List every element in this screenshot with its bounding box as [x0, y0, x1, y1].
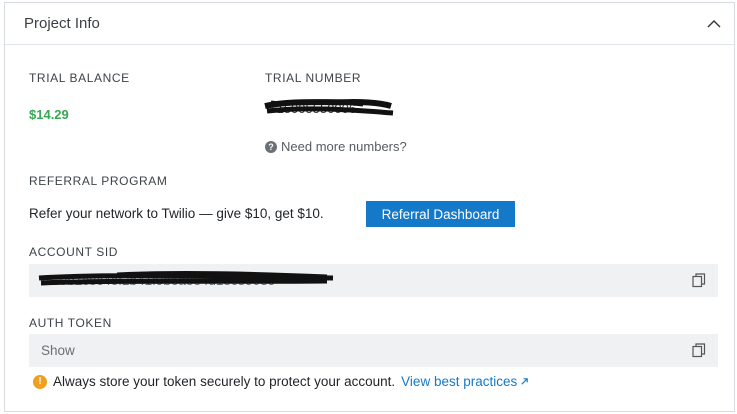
panel-title: Project Info: [24, 15, 100, 32]
referral-text: Refer your network to Twilio — give $10,…: [29, 206, 324, 221]
auth-token-field[interactable]: Show: [29, 334, 718, 367]
auth-token-label: AUTH TOKEN: [29, 316, 112, 330]
trial-balance-label: TRIAL BALANCE: [29, 71, 130, 85]
redaction-scribble: [264, 98, 394, 116]
trial-number-label: TRIAL NUMBER: [265, 71, 362, 85]
trial-number-value: +15005550006: [263, 97, 395, 121]
view-best-practices-link[interactable]: View best practices: [401, 374, 529, 389]
warning-text: Always store your token securely to prot…: [53, 374, 396, 389]
warning-icon: !: [33, 374, 47, 389]
show-token-link[interactable]: Show: [41, 343, 75, 358]
trial-balance-value: $14.29: [29, 107, 69, 122]
question-circle-icon: ?: [265, 140, 277, 153]
copy-icon[interactable]: [692, 273, 706, 288]
account-sid-field[interactable]: AC0b1c8c4ef2b41f9b6a8e4d18c39035: [29, 264, 718, 297]
redaction-scribble: [38, 271, 334, 286]
account-sid-label: ACCOUNT SID: [29, 245, 119, 259]
external-link-icon: [521, 378, 529, 385]
copy-icon[interactable]: [692, 343, 706, 358]
referral-program-label: REFERRAL PROGRAM: [29, 174, 168, 188]
referral-dashboard-button[interactable]: Referral Dashboard: [366, 201, 515, 227]
project-info-panel: Project Info TRIAL BALANCE $14.29 TRIAL …: [4, 2, 735, 412]
chevron-up-icon[interactable]: [706, 16, 722, 32]
need-more-numbers-link[interactable]: ? Need more numbers?: [265, 139, 407, 154]
panel-header[interactable]: Project Info: [5, 3, 734, 45]
token-security-warning: ! Always store your token securely to pr…: [33, 374, 529, 389]
